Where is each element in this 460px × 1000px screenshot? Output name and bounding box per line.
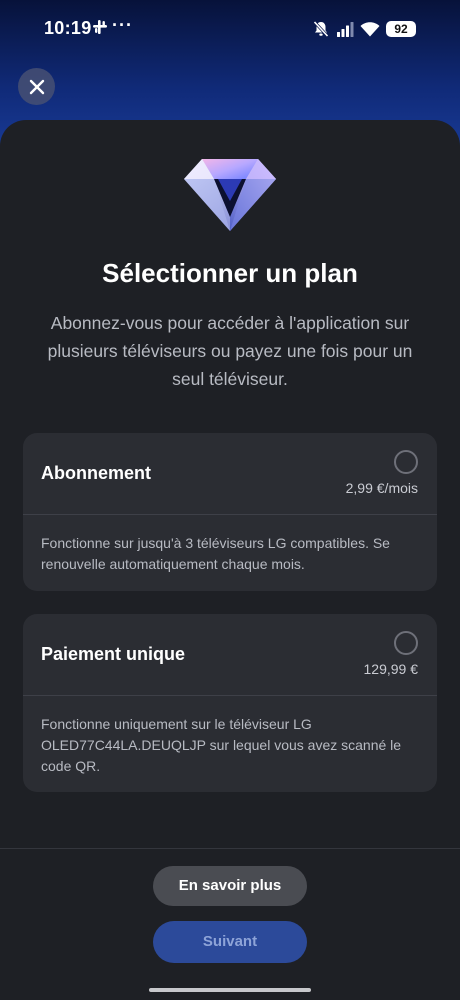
home-indicator[interactable] xyxy=(149,988,311,992)
card-divider xyxy=(23,514,437,515)
mute-bell-icon xyxy=(312,20,330,38)
plan-selection-sheet: Sélectionner un plan Abonnez-vous pour a… xyxy=(0,120,460,1000)
plan-card-subscription[interactable]: Abonnement 2,99 €/mois Fonctionne sur ju… xyxy=(23,433,437,591)
plan-price: 2,99 €/mois xyxy=(345,480,418,496)
footer-divider xyxy=(0,848,460,849)
plan-description: Fonctionne uniquement sur le téléviseur … xyxy=(41,716,402,774)
plan-price: 129,99 € xyxy=(363,661,419,677)
close-icon xyxy=(29,79,44,94)
battery-indicator: 92 xyxy=(386,21,416,37)
slack-icon xyxy=(92,19,108,35)
more-notifications-icon: ··· xyxy=(112,15,133,35)
plan-radio-one-time[interactable] xyxy=(394,631,418,655)
wifi-icon xyxy=(360,21,380,37)
signal-icon xyxy=(336,21,354,37)
plan-radio-subscription[interactable] xyxy=(394,450,418,474)
diamond-icon xyxy=(184,159,276,231)
plan-card-one-time[interactable]: Paiement unique 129,99 € Fonctionne uniq… xyxy=(23,614,437,792)
plan-title: Abonnement xyxy=(41,463,151,483)
status-time: 10:19 xyxy=(44,18,92,38)
status-bar: 10:19 ··· 92 xyxy=(0,0,460,60)
close-button[interactable] xyxy=(18,68,55,105)
card-divider xyxy=(23,695,437,696)
plan-description: Fonctionne sur jusqu'à 3 téléviseurs LG … xyxy=(41,535,390,572)
status-icons: 92 xyxy=(312,18,416,40)
next-button[interactable]: Suivant xyxy=(153,921,307,963)
learn-more-button[interactable]: En savoir plus xyxy=(153,866,307,906)
page-subtitle: Abonnez-vous pour accéder à l'applicatio… xyxy=(47,313,413,389)
page-title: Sélectionner un plan xyxy=(102,258,358,288)
plan-title: Paiement unique xyxy=(41,644,186,664)
